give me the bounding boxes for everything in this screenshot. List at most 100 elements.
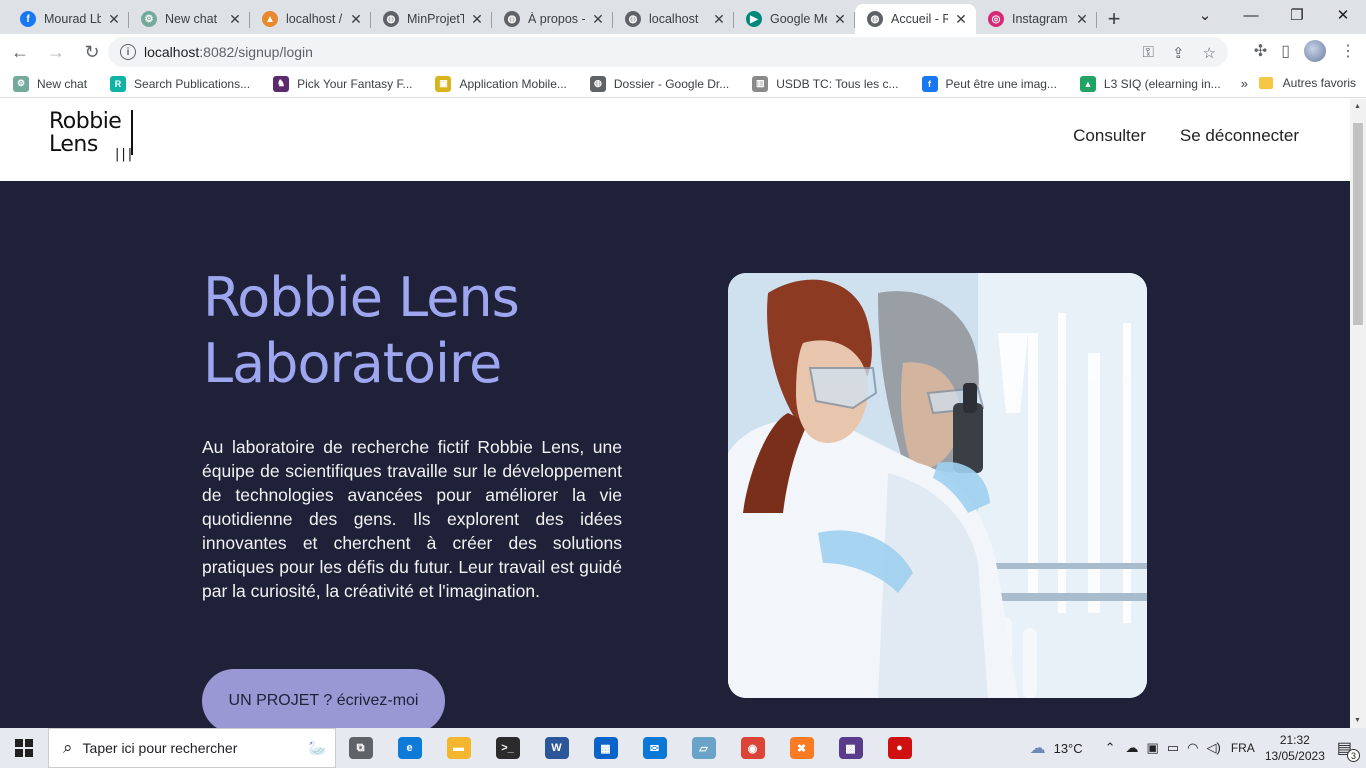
menu-icon[interactable]: ⋮ [1340, 41, 1356, 61]
close-tab-icon[interactable]: ✕ [591, 11, 605, 28]
close-tab-icon[interactable]: ✕ [954, 11, 968, 28]
browser-tab[interactable]: ◍ Accueil - R ✕ [855, 4, 976, 34]
word-icon: W [544, 737, 569, 759]
bookmarks-overflow-button[interactable]: » [1241, 76, 1248, 91]
bookmarks-bar: ⚙ New chat R Search Publications... ♞ Pick Yo… [0, 70, 1366, 98]
nav-consulter[interactable]: Consulter [1073, 126, 1146, 146]
language-indicator[interactable]: FRA [1231, 741, 1255, 755]
profile-avatar[interactable] [1304, 40, 1326, 62]
taskbar-app[interactable]: ▬ [434, 728, 483, 768]
taskbar-app[interactable]: e [385, 728, 434, 768]
start-button[interactable] [0, 728, 48, 768]
close-tab-icon[interactable]: ✕ [470, 11, 484, 28]
close-tab-icon[interactable]: ✕ [228, 11, 242, 28]
taskbar-app[interactable]: >_ [483, 728, 532, 768]
taskbar-search[interactable]: ⌕ Taper ici pour rechercher 🦢 [48, 728, 336, 768]
browser-tab[interactable]: ◍ localhost ✕ [613, 4, 734, 34]
nav-logout[interactable]: Se déconnecter [1180, 126, 1299, 146]
close-tab-icon[interactable]: ✕ [107, 11, 121, 28]
folder-icon [1258, 77, 1273, 89]
site-info-icon[interactable]: i [120, 44, 136, 60]
search-icon: ⌕ [63, 738, 73, 757]
xampp-icon: ✖ [789, 737, 814, 759]
bookmark-item[interactable]: ▥ USDB TC: Tous les c... [739, 75, 908, 92]
close-tab-icon[interactable]: ✕ [833, 11, 847, 28]
browser-tab[interactable]: f Mourad Lb ✕ [8, 4, 129, 34]
bookmark-item[interactable]: ▣ Application Mobile... [422, 75, 576, 92]
taskbar-app[interactable]: W [532, 728, 581, 768]
taskbar-app[interactable]: ▩ [826, 728, 875, 768]
instagram-icon: ◎ [988, 11, 1004, 27]
taskbar-app[interactable]: ⧉ [336, 728, 385, 768]
tab-title: localhost / [286, 12, 343, 26]
weather-temperature[interactable]: 13°C [1054, 741, 1083, 756]
bookmark-item[interactable]: f Peut être une imag... [909, 75, 1067, 92]
browser-tab[interactable]: ▲ localhost / ✕ [250, 4, 371, 34]
close-tab-icon[interactable]: ✕ [712, 11, 726, 28]
bookmark-favicon-icon: ▥ [752, 75, 769, 92]
page-scrollbar[interactable]: ▲ ▼ [1350, 99, 1366, 728]
close-window-button[interactable]: ✕ [1320, 0, 1366, 30]
battery-icon[interactable]: ▭ [1167, 740, 1179, 756]
back-button[interactable]: ← [4, 36, 36, 68]
bookmark-star-icon[interactable]: ☆ [1203, 44, 1216, 62]
browser-tab[interactable]: ◍ MinProjetT ✕ [371, 4, 492, 34]
logo-line-1: Robbie [49, 109, 122, 134]
other-bookmarks[interactable]: Autres favoris [1258, 76, 1356, 90]
taskbar-app[interactable]: ▦ [581, 728, 630, 768]
globe-icon: ◍ [625, 11, 641, 27]
forward-button[interactable]: → [40, 36, 72, 68]
share-icon[interactable]: ⇪ [1172, 44, 1185, 62]
device-icon[interactable]: ▣ [1147, 740, 1159, 756]
close-tab-icon[interactable]: ✕ [349, 11, 363, 28]
bookmark-item[interactable]: ♞ Pick Your Fantasy F... [260, 75, 422, 92]
reload-button[interactable]: ↻ [76, 36, 108, 68]
bookmark-favicon-icon: ◍ [589, 75, 606, 92]
site-logo[interactable]: Robbie Lens ||| [49, 109, 133, 162]
bookmark-label: Application Mobile... [459, 76, 567, 91]
extensions-icon[interactable]: ✣ [1254, 41, 1267, 61]
globe-icon: ◍ [867, 11, 883, 27]
google-meet-icon: ▶ [746, 11, 762, 27]
taskbar-app[interactable]: ✉ [630, 728, 679, 768]
taskbar-app[interactable]: ✖ [777, 728, 826, 768]
bookmark-label: Peut être une imag... [945, 76, 1057, 91]
notifications-icon[interactable]: ▤ 3 [1337, 738, 1360, 762]
bookmark-item[interactable]: ◍ Dossier - Google Dr... [577, 75, 739, 92]
scroll-down-arrow-icon[interactable]: ▼ [1354, 717, 1361, 724]
taskbar-app[interactable]: ◉ [728, 728, 777, 768]
bookmark-item[interactable]: ▲ L3 SIQ (elearning in... [1067, 75, 1231, 92]
address-bar[interactable]: i localhost:8082/signup/login ⚿ ⇪ ☆ [108, 37, 1228, 67]
close-tab-icon[interactable]: ✕ [1075, 11, 1089, 28]
window-controls: ⌄ — ❐ ✕ [1182, 0, 1366, 30]
browser-tab[interactable]: ◎ Instagram ✕ [976, 4, 1097, 34]
chatgpt-icon: ⚙ [141, 11, 157, 27]
notes-icon: ▱ [691, 737, 716, 759]
taskbar-app[interactable]: ● [875, 728, 924, 768]
restore-button[interactable]: ❐ [1274, 0, 1320, 30]
bookmark-label: Dossier - Google Dr... [613, 76, 730, 91]
browser-tab[interactable]: ◍ À propos - ✕ [492, 4, 613, 34]
new-tab-button[interactable]: + [1097, 4, 1131, 34]
bookmark-item[interactable]: R Search Publications... [97, 75, 260, 92]
weather-icon[interactable]: ☁ [1030, 738, 1046, 758]
browser-tab[interactable]: ▶ Google Me ✕ [734, 4, 855, 34]
browser-tab[interactable]: ⚙ New chat ✕ [129, 4, 250, 34]
chevron-up-icon[interactable]: ⌃ [1105, 740, 1116, 756]
scrollbar-thumb[interactable] [1353, 123, 1363, 325]
clock[interactable]: 21:32 13/05/2023 [1265, 732, 1325, 764]
key-icon[interactable]: ⚿ [1143, 44, 1154, 62]
tab-search-icon[interactable]: ⌄ [1182, 0, 1228, 30]
scroll-up-arrow-icon[interactable]: ▲ [1354, 103, 1361, 110]
side-panel-icon[interactable]: ▯ [1281, 41, 1290, 61]
volume-icon[interactable]: ◁) [1206, 740, 1220, 756]
bookmark-item[interactable]: ⚙ New chat [0, 75, 97, 92]
minimize-button[interactable]: — [1228, 0, 1274, 30]
onedrive-icon[interactable]: ☁ [1126, 740, 1139, 756]
taskbar-app[interactable]: ▱ [679, 728, 728, 768]
url-path: :8082/signup/login [199, 44, 313, 60]
facebook-icon: f [20, 11, 36, 27]
wifi-icon[interactable]: ◠ [1187, 740, 1198, 756]
globe-icon: ◍ [504, 11, 520, 27]
contact-cta-button[interactable]: UN PROJET ? écrivez-moi [202, 669, 445, 728]
